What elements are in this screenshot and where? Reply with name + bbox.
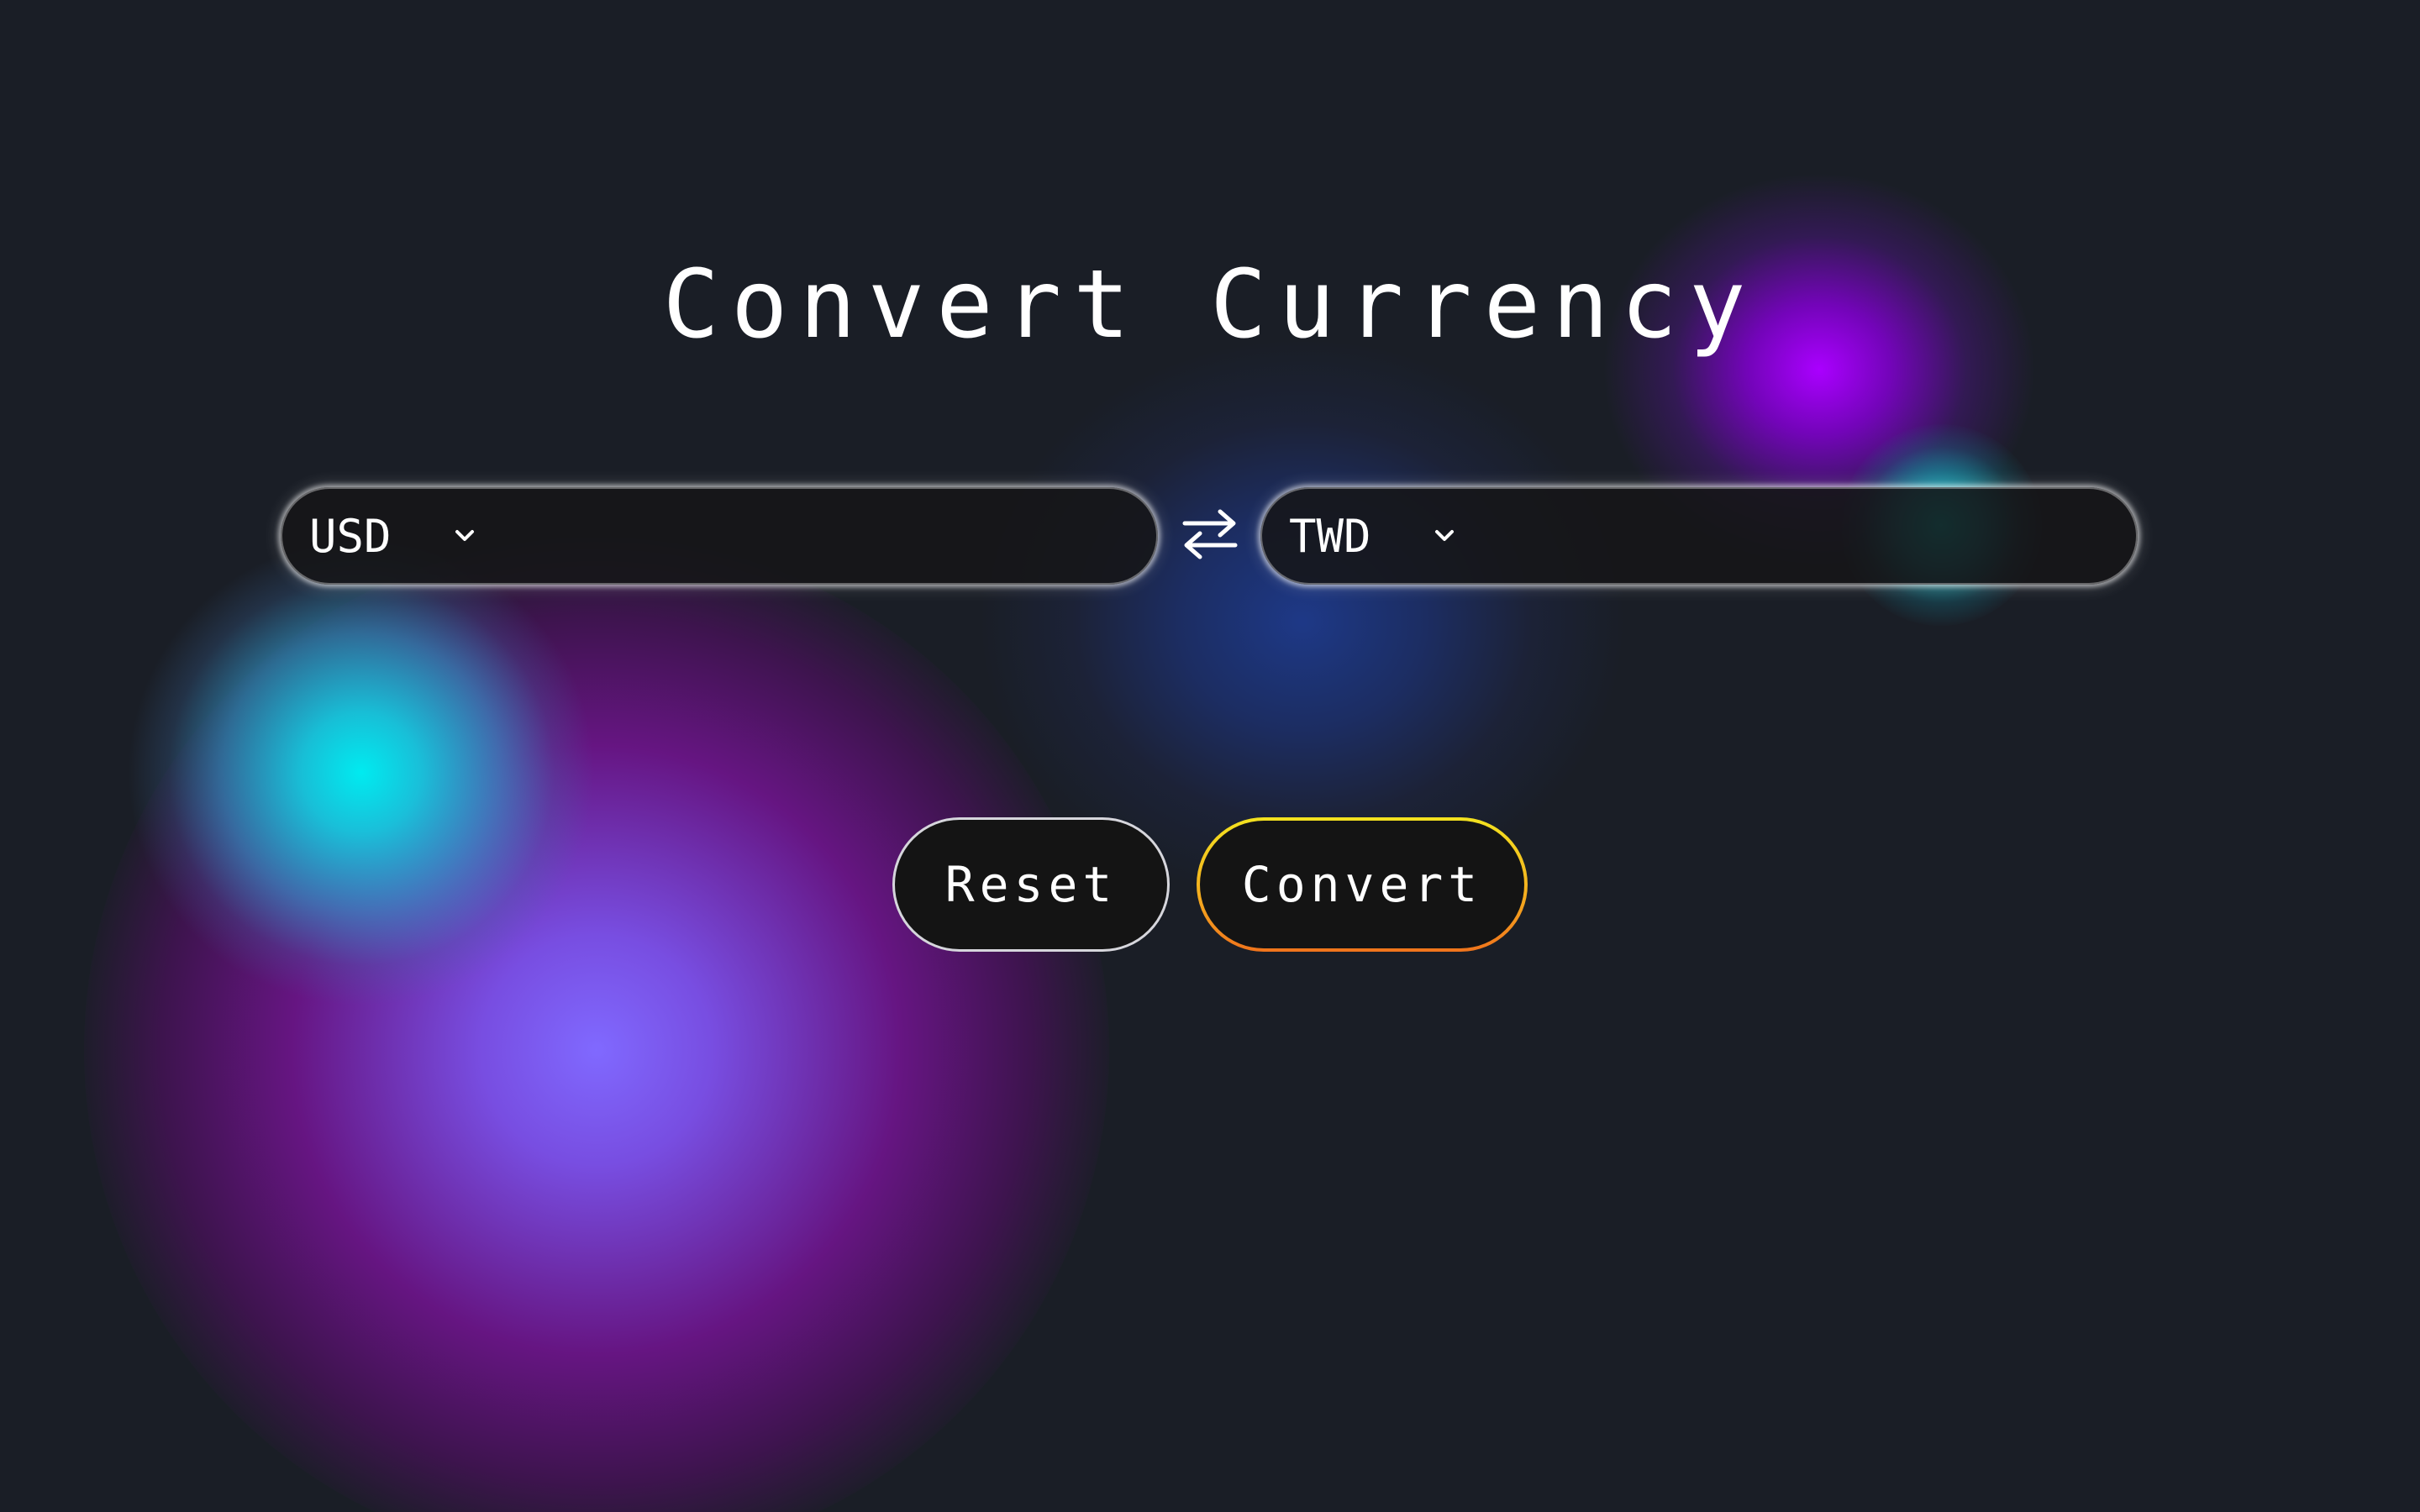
from-amount-input[interactable] bbox=[534, 501, 1126, 573]
convert-button[interactable]: Convert bbox=[1197, 817, 1528, 952]
from-currency-select[interactable]: USD bbox=[309, 489, 477, 583]
to-currency-code: TWD bbox=[1289, 509, 1371, 563]
to-currency-field: TWD bbox=[1260, 487, 2138, 585]
reset-button[interactable]: Reset bbox=[892, 817, 1170, 952]
from-currency-code: USD bbox=[309, 509, 392, 563]
swap-arrows-icon bbox=[1180, 505, 1240, 567]
page-title: Convert Currency bbox=[662, 250, 1758, 360]
app-background: Convert Currency USD TWD Reset Convert bbox=[0, 0, 2420, 1512]
swap-button[interactable] bbox=[1176, 504, 1244, 568]
chevron-down-icon bbox=[452, 523, 477, 549]
to-amount-input[interactable] bbox=[1514, 501, 2106, 573]
chevron-down-icon bbox=[1432, 523, 1457, 549]
to-currency-select[interactable]: TWD bbox=[1289, 489, 1457, 583]
decorative-cyan-glow bbox=[126, 538, 597, 1008]
from-currency-field: USD bbox=[281, 487, 1158, 585]
decorative-magenta-glow bbox=[84, 538, 1109, 1512]
